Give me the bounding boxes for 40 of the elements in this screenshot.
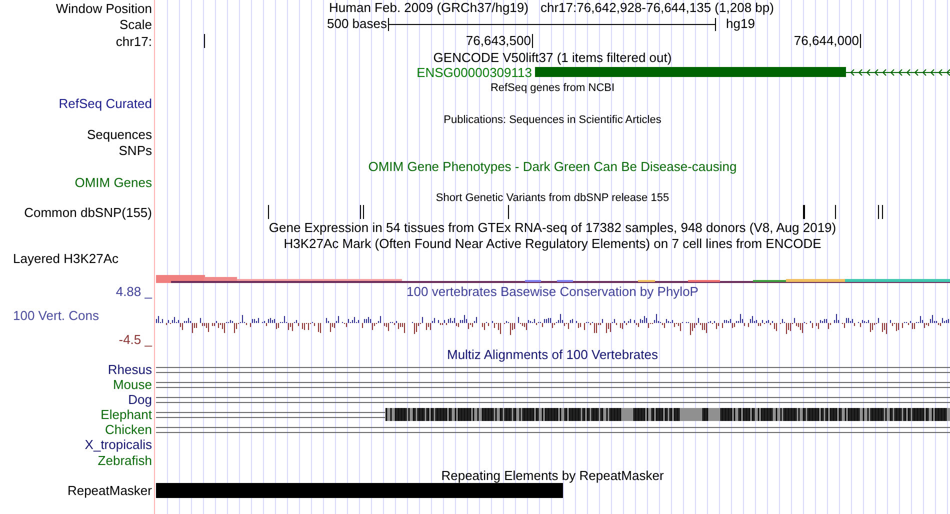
track-title: Short Genetic Variants from dbSNP release 155 [436, 190, 670, 204]
track-label[interactable]: chr17: [116, 34, 152, 48]
track-label[interactable]: Scale [119, 16, 152, 32]
track-label[interactable]: RefSeq Curated [58, 96, 152, 111]
track-title: GENCODE V50lift37 (1 items filtered out) [433, 50, 672, 64]
track-label[interactable]: Sequences [86, 127, 152, 142]
track-title: H3K27Ac Mark (Often Found Near Active Regulatory Elements) on 7 cell lines from ENCODE [284, 236, 822, 250]
scale-length: 500 bases [327, 16, 387, 32]
track-title: Gene Expression in 54 tissues from GTEx RNA-seq of 17382 samples, 948 donors (V8, Aug 2019) [268, 221, 836, 235]
ruler-label: 76,643,500 [466, 33, 531, 49]
species-label[interactable]: Dog [128, 392, 152, 407]
track-title: RefSeq genes from NCBI [490, 80, 615, 94]
ruler-label: 76,644,000 [794, 33, 859, 49]
axis-max-label: 4.88 _ [116, 284, 154, 299]
species-label[interactable]: Mouse [112, 377, 152, 392]
species-label[interactable]: Zebrafish [98, 452, 152, 468]
track-label[interactable]: Layered H3K27Ac [13, 251, 119, 266]
track-label[interactable]: 100 Vert. Cons [0, 308, 99, 323]
track-title: Repeating Elements by RepeatMasker [441, 468, 664, 482]
track-title: 100 vertebrates Basewise Conservation by PhyloP [406, 284, 698, 299]
scale-assembly: hg19 [726, 16, 755, 32]
ruler-tick [204, 34, 205, 48]
track-label[interactable]: OMIM Genes [74, 175, 152, 190]
track-title: Multiz Alignments of 100 Vertebrates [446, 348, 658, 362]
species-label[interactable]: X_tropicalis [84, 437, 152, 452]
ruler-tick [532, 34, 533, 48]
axis-min-label: -4.5 _ [118, 332, 154, 347]
track-label[interactable]: SNPs [118, 142, 152, 158]
track-label[interactable]: Common dbSNP(155) [24, 205, 152, 220]
assembly-name: Human Feb. 2009 (GRCh37/hg19) [329, 0, 528, 18]
track-title: OMIM Gene Phenotypes - Dark Green Can Be Disease-causing [368, 160, 737, 174]
ruler-tick [860, 34, 861, 48]
species-label[interactable]: Chicken [105, 422, 152, 437]
species-label[interactable]: Rhesus [108, 362, 152, 377]
track-label[interactable]: Window Position [56, 0, 152, 16]
gene-label[interactable]: ENSG00000309113 [416, 65, 532, 80]
species-label[interactable]: Elephant [100, 407, 152, 422]
track-label[interactable]: RepeatMasker [67, 483, 152, 498]
position-text: chr17:76,642,928-76,644,135 (1,208 bp) [540, 0, 774, 18]
track-title: Publications: Sequences in Scientific Articles [444, 112, 662, 126]
